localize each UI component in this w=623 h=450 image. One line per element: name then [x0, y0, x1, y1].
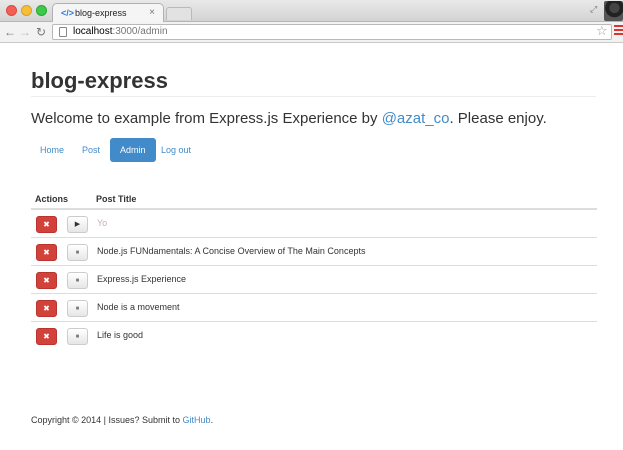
browser-tab[interactable]: </> blog-express × — [52, 3, 164, 22]
post-title: Life is good — [97, 330, 144, 340]
browser-titlebar: </> blog-express × ⤢ — [0, 0, 623, 22]
table-row: ✖ ⏸ Node is a movement — [31, 294, 597, 322]
delete-button[interactable]: ✖ — [36, 244, 57, 261]
column-header-post-title: Post Title — [96, 194, 137, 204]
bookmark-star-icon[interactable]: ☆ — [596, 23, 608, 39]
favicon-icon: </> — [61, 8, 75, 18]
delete-button[interactable]: ✖ — [36, 328, 57, 345]
address-bar[interactable]: localhost:3000/admin — [52, 24, 612, 40]
zoom-window-button[interactable] — [36, 5, 47, 16]
unpublish-button[interactable]: ⏸ — [67, 300, 88, 317]
back-arrow-icon[interactable]: ← — [4, 25, 16, 39]
site-title: blog-express — [31, 68, 168, 93]
post-title: Node is a movement — [97, 302, 180, 312]
close-window-button[interactable] — [6, 5, 17, 16]
profile-avatar[interactable] — [604, 1, 623, 21]
nav-admin[interactable]: Admin — [110, 138, 156, 162]
table-row: ✖ ⏸ Express.js Experience — [31, 266, 597, 294]
reload-icon[interactable]: ↻ — [36, 25, 46, 39]
table-row: ✖ ⏸ Life is good — [31, 322, 597, 350]
delete-button[interactable]: ✖ — [36, 216, 57, 233]
url-text: localhost:3000/admin — [73, 26, 168, 37]
table-header: Actions Post Title — [31, 194, 597, 208]
page-icon — [59, 27, 67, 37]
welcome-text: Welcome to example from Express.js Exper… — [31, 110, 547, 127]
nav-logout[interactable]: Log out — [152, 138, 200, 162]
delete-button[interactable]: ✖ — [36, 300, 57, 317]
divider — [31, 96, 596, 97]
post-title: Node.js FUNdamentals: A Concise Overview… — [97, 246, 366, 256]
minimize-window-button[interactable] — [21, 5, 32, 16]
tab-title: blog-express — [75, 8, 127, 18]
new-tab-button[interactable] — [166, 7, 192, 20]
publish-button[interactable]: ▶ — [67, 216, 88, 233]
footer: Copyright © 2014 | Issues? Submit to Git… — [31, 415, 214, 425]
table-row: ✖ ⏸ Node.js FUNdamentals: A Concise Over… — [31, 238, 597, 266]
column-header-actions: Actions — [35, 194, 69, 204]
unpublish-button[interactable]: ⏸ — [67, 244, 88, 261]
github-link[interactable]: GitHub — [183, 415, 211, 425]
tab-close-icon[interactable]: × — [149, 7, 155, 18]
post-title: Yo — [97, 218, 108, 228]
fullscreen-icon[interactable]: ⤢ — [590, 4, 597, 15]
delete-button[interactable]: ✖ — [36, 272, 57, 289]
page-content: blog-express Welcome to example from Exp… — [0, 44, 623, 450]
nav-home[interactable]: Home — [31, 138, 73, 162]
post-title: Express.js Experience — [97, 274, 187, 284]
forward-arrow-icon[interactable]: → — [19, 25, 31, 39]
unpublish-button[interactable]: ⏸ — [67, 328, 88, 345]
table-row: ✖ ▶ Yo — [31, 210, 597, 238]
hamburger-menu-icon[interactable] — [614, 25, 623, 35]
author-link[interactable]: @azat_co — [382, 110, 450, 127]
unpublish-button[interactable]: ⏸ — [67, 272, 88, 289]
browser-toolbar: ← → ↻ localhost:3000/admin — [0, 22, 623, 43]
nav-post[interactable]: Post — [73, 138, 109, 162]
